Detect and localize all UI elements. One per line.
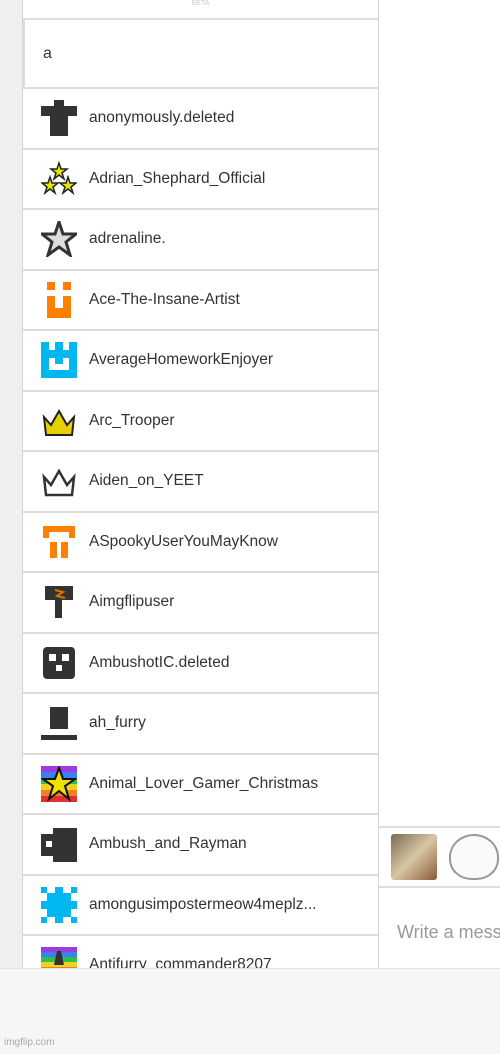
watermark: imgflip.com	[4, 1037, 55, 1048]
star-outline-icon	[41, 221, 77, 258]
user-list: anonymously.deleted Adrian_Shephard_Offic…	[23, 89, 378, 968]
rage-face-thumbnail[interactable]	[449, 834, 499, 880]
rainbow-star-icon	[41, 765, 77, 802]
user-list-item[interactable]: Antifurry_commander8207	[23, 936, 378, 968]
user-list-item[interactable]: ASpookyUserYouMayKnow	[23, 513, 378, 573]
meme-thumbnail[interactable]	[391, 834, 437, 880]
user-list-item[interactable]: adrenaline.	[23, 210, 378, 271]
smile-block-icon	[47, 281, 71, 318]
user-search-panel: BETA anonymously.deleted Adrian_Shephard_…	[22, 0, 379, 968]
three-stars-icon	[41, 160, 77, 195]
user-list-item[interactable]: Aimgflipuser	[23, 573, 378, 634]
skull-block-icon	[43, 646, 75, 679]
user-list-item[interactable]: Adrian_Shephard_Official	[23, 150, 378, 210]
beta-label: BETA	[23, 0, 378, 20]
username: adrenaline.	[89, 230, 166, 248]
left-gutter	[0, 0, 22, 968]
user-list-item[interactable]: Arc_Trooper	[23, 392, 378, 452]
username: Animal_Lover_Gamer_Christmas	[89, 774, 319, 792]
hat-icon	[41, 707, 77, 741]
user-list-item[interactable]: amongusimpostermeow4meplz...	[23, 876, 378, 936]
username: ASpookyUserYouMayKnow	[89, 532, 278, 550]
gold-crown-icon	[42, 408, 76, 436]
username: Aiden_on_YEET	[89, 472, 204, 490]
username: ah_furry	[89, 714, 146, 732]
hammer-icon	[45, 586, 73, 619]
user-list-item[interactable]: Ambush_and_Rayman	[23, 815, 378, 876]
user-list-item[interactable]: Animal_Lover_Gamer_Christmas	[23, 755, 378, 815]
user-list-item[interactable]: Ace-The-Insane-Artist	[23, 271, 378, 331]
user-list-item[interactable]: Aiden_on_YEET	[23, 452, 378, 513]
username: Antifurry_commander8207	[89, 956, 272, 968]
dark-block-icon	[41, 828, 77, 863]
blue-gear-icon	[41, 886, 77, 923]
user-list-item[interactable]: AmbushotIC.deleted	[23, 634, 378, 694]
user-list-item[interactable]: AverageHomeworkEnjoyer	[23, 331, 378, 392]
username: AverageHomeworkEnjoyer	[89, 351, 274, 369]
message-input[interactable]: Write a message	[379, 888, 500, 968]
image-picker-row	[379, 826, 500, 888]
orange-arch-icon	[43, 525, 75, 558]
user-list-item[interactable]: ah_furry	[23, 694, 378, 755]
username: Aimgflipuser	[89, 593, 175, 611]
user-list-item[interactable]: anonymously.deleted	[23, 89, 378, 150]
username: Arc_Trooper	[89, 411, 175, 429]
blue-block-icon	[41, 342, 77, 379]
shirt-icon	[41, 100, 77, 137]
footer: imgflip.com	[0, 968, 500, 1054]
username: AmbushotIC.deleted	[89, 653, 230, 671]
crown-outline-icon	[42, 468, 76, 497]
rainbow-glasses-icon	[41, 947, 77, 968]
username: Ace-The-Insane-Artist	[89, 290, 240, 308]
username: Ambush_and_Rayman	[89, 835, 247, 853]
user-search-input[interactable]	[23, 20, 378, 89]
username: anonymously.deleted	[89, 109, 235, 127]
username: amongusimpostermeow4meplz...	[89, 895, 317, 913]
username: Adrian_Shephard_Official	[89, 169, 266, 187]
